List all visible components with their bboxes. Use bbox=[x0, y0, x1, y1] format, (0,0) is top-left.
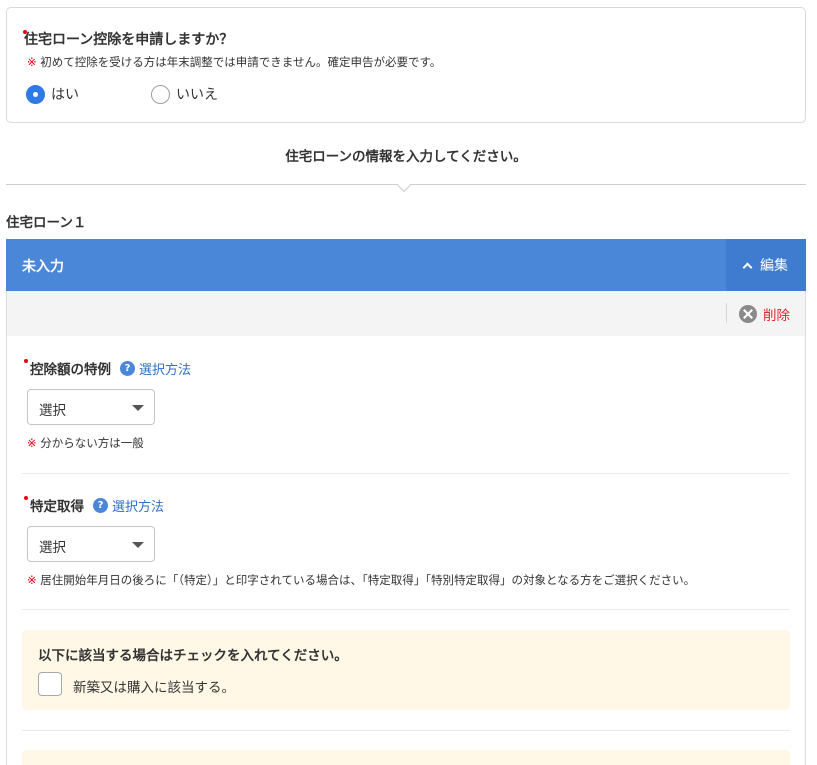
delete-button-label: 削除 bbox=[763, 308, 790, 324]
section-heading: 住宅ローンの情報を入力してください。 bbox=[285, 149, 527, 165]
selection-method-link[interactable]: 選択方法 bbox=[112, 496, 164, 515]
loan-panel: 未入力 編集 削除 控除額の特例 ? 選択方法 選択 ※ 分からない方は一般 特… bbox=[6, 239, 806, 765]
radio-option-no[interactable]: いいえ bbox=[151, 84, 218, 104]
loan-status: 未入力 bbox=[22, 259, 64, 275]
radio-button-no[interactable] bbox=[151, 84, 170, 104]
field-divider bbox=[22, 473, 790, 474]
radio-label-yes: はい bbox=[51, 87, 79, 103]
specific-acquisition-select[interactable]: 選択 bbox=[27, 526, 155, 562]
new-build-checkbox-label[interactable]: 新築又は購入に該当する。 bbox=[73, 676, 235, 696]
radio-label-no: いいえ bbox=[176, 87, 218, 103]
selection-method-link[interactable]: 選択方法 bbox=[139, 359, 191, 378]
help-icon[interactable]: ? bbox=[93, 497, 108, 513]
loan-title: 住宅ローン１ bbox=[6, 215, 87, 231]
deduction-special-note: ※ 分からない方は一般 bbox=[27, 435, 144, 451]
deduction-special-note-text: 分からない方は一般 bbox=[40, 436, 144, 450]
radio-option-yes[interactable]: はい bbox=[26, 84, 79, 104]
required-mark bbox=[24, 496, 28, 500]
field-divider bbox=[22, 730, 790, 731]
edit-button[interactable]: 編集 bbox=[726, 239, 806, 291]
deduction-special-label: 控除額の特例 ? 選択方法 bbox=[30, 358, 191, 378]
help-icon[interactable]: ? bbox=[120, 360, 135, 376]
chevron-down-icon bbox=[132, 405, 144, 411]
deduction-special-select[interactable]: 選択 bbox=[27, 389, 155, 425]
close-circle-icon bbox=[739, 305, 757, 323]
new-build-checkbox[interactable] bbox=[38, 672, 62, 696]
select-value: 選択 bbox=[39, 540, 66, 556]
question-title: 住宅ローン控除を申請しますか？ bbox=[24, 32, 234, 48]
specific-acquisition-label-text: 特定取得 bbox=[30, 499, 84, 515]
new-build-check-panel: 以下に該当する場合はチェックを入れてください。 新築又は購入に該当する。 bbox=[22, 630, 790, 710]
edit-button-label: 編集 bbox=[760, 258, 788, 274]
note-mark: ※ bbox=[27, 55, 37, 69]
specific-acquisition-note-text: 居住開始年月日の後ろに「（特定）」と印字されている場合は、「特定取得」「特別特定… bbox=[40, 573, 696, 587]
check-section-title: 以下に該当する場合はチェックを入れてください。 bbox=[38, 648, 348, 664]
loan-header: 未入力 編集 bbox=[6, 239, 806, 291]
delete-bar: 削除 bbox=[7, 291, 805, 336]
chevron-up-icon bbox=[742, 262, 753, 272]
field-divider bbox=[22, 609, 790, 610]
next-check-panel bbox=[22, 750, 790, 765]
question-note-text: 初めて控除を受ける方は年末調整では申請できません。確定申告が必要です。 bbox=[40, 55, 442, 69]
note-mark: ※ bbox=[27, 436, 37, 450]
select-value: 選択 bbox=[39, 403, 66, 419]
radio-button-yes[interactable] bbox=[26, 84, 45, 104]
specific-acquisition-note: ※ 居住開始年月日の後ろに「（特定）」と印字されている場合は、「特定取得」「特別… bbox=[27, 572, 695, 588]
section-caret-icon bbox=[396, 177, 412, 193]
delete-separator bbox=[726, 303, 727, 323]
question-note: ※ 初めて控除を受ける方は年末調整では申請できません。確定申告が必要です。 bbox=[27, 54, 441, 70]
specific-acquisition-label: 特定取得 ? 選択方法 bbox=[30, 495, 164, 515]
chevron-down-icon bbox=[132, 542, 144, 548]
deduction-special-label-text: 控除額の特例 bbox=[30, 362, 111, 378]
note-mark: ※ bbox=[27, 573, 37, 587]
delete-button[interactable]: 削除 bbox=[739, 304, 790, 324]
required-mark bbox=[24, 359, 28, 363]
